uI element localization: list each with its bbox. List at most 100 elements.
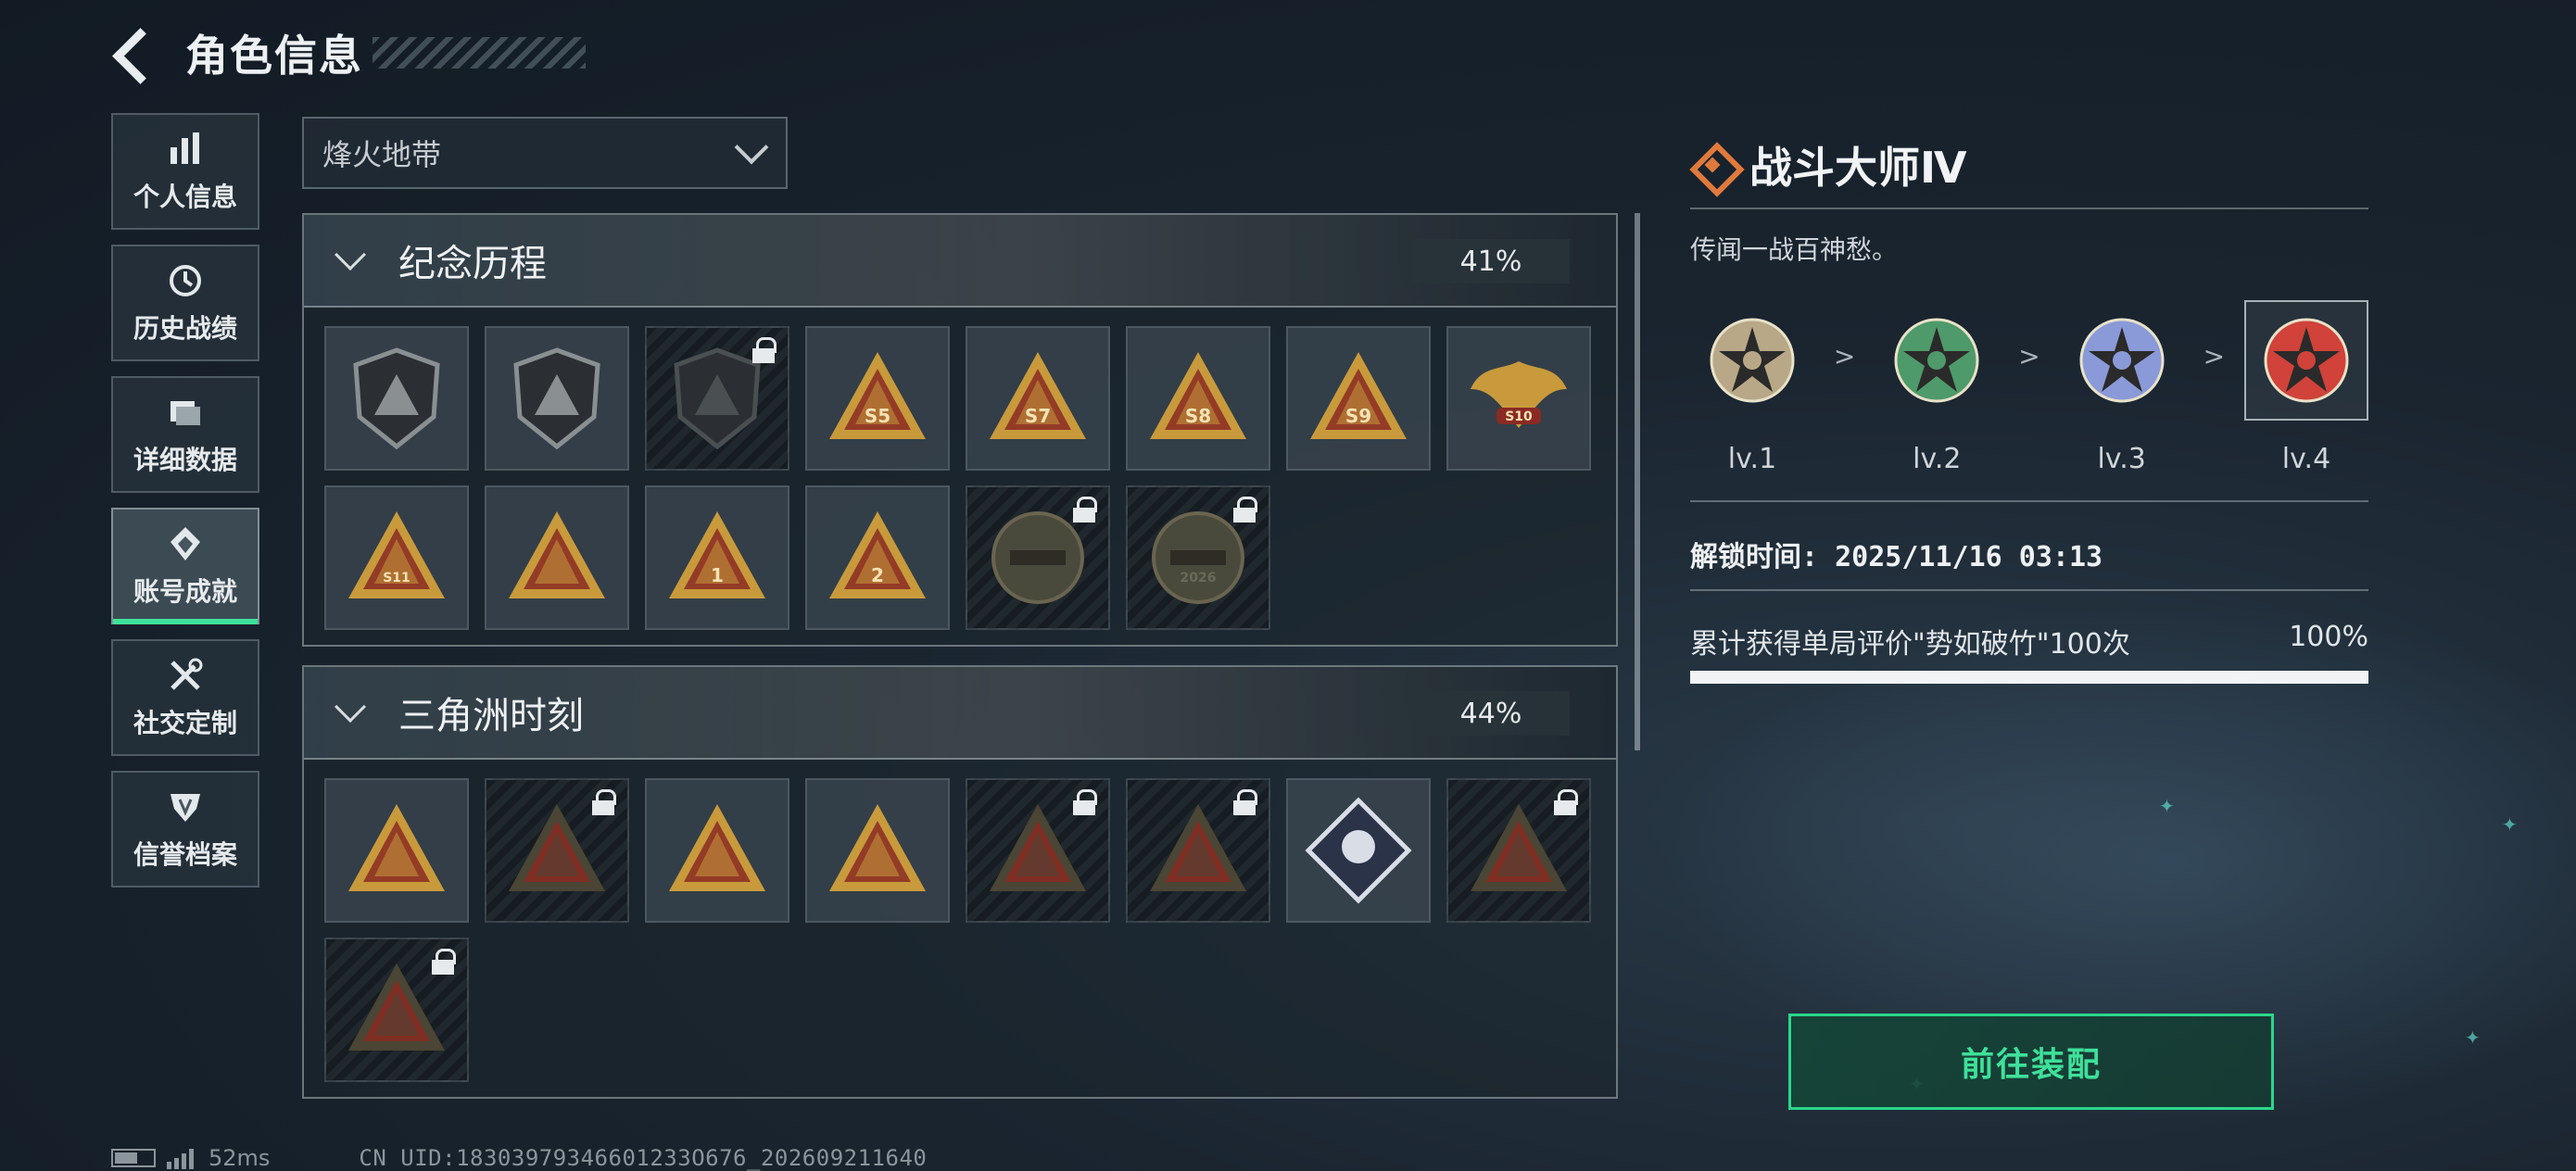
badge[interactable]: S11 bbox=[324, 485, 469, 630]
badge[interactable] bbox=[645, 778, 789, 923]
badge-emblem-icon: S8 bbox=[1150, 352, 1246, 439]
signal-icon bbox=[167, 1147, 194, 1169]
badge[interactable]: S5 bbox=[805, 326, 950, 471]
sidebar-item-details[interactable]: 详细数据 bbox=[111, 376, 259, 493]
sidebar-item-personal-info[interactable]: 个人信息 bbox=[111, 113, 259, 230]
achievement-detail: 战斗大师Ⅳ 传闻一战百神愁。 lv.1 > lv.2 > lv.3 > lv.4 bbox=[1690, 137, 2368, 684]
badge[interactable]: S7 bbox=[966, 326, 1110, 471]
history-icon bbox=[165, 260, 206, 301]
locked-badge[interactable] bbox=[1446, 778, 1591, 923]
lock-icon bbox=[1073, 789, 1097, 815]
lock-icon bbox=[1233, 497, 1257, 523]
badge[interactable]: S10 bbox=[1446, 326, 1591, 471]
sidebar-item-social[interactable]: 社交定制 bbox=[111, 639, 259, 756]
badge-grid bbox=[304, 760, 1616, 1097]
badge-label: 2026 bbox=[1181, 571, 1217, 586]
section-title: 三角洲时刻 bbox=[398, 695, 584, 737]
badge[interactable] bbox=[324, 778, 469, 923]
locked-badge[interactable]: 2026 bbox=[1126, 485, 1270, 630]
badge-emblem-icon bbox=[1305, 797, 1412, 904]
badge-emblem-icon: 2 bbox=[829, 511, 926, 598]
sidebar-item-label: 社交定制 bbox=[133, 708, 237, 738]
medal-emblem-icon bbox=[2079, 318, 2165, 403]
page-title: 角色信息 bbox=[185, 31, 363, 81]
badge-emblem-icon: S9 bbox=[1310, 352, 1407, 439]
badge-label: 1 bbox=[711, 564, 724, 586]
sidebar-item-achievements[interactable]: 账号成就 bbox=[111, 508, 259, 624]
unlock-time-text: 解锁时间: 2025/11/16 03:13 bbox=[1690, 541, 2103, 573]
badge-label: S10 bbox=[1505, 409, 1533, 424]
sidebar-item-label: 详细数据 bbox=[133, 445, 237, 475]
badge-label: 2 bbox=[871, 564, 884, 586]
credit-icon bbox=[165, 787, 206, 827]
section-percent: 44% bbox=[1412, 691, 1570, 736]
chevron-down-icon bbox=[335, 691, 366, 723]
lock-icon bbox=[1233, 789, 1257, 815]
section-header[interactable]: 三角洲时刻 44% bbox=[304, 667, 1616, 760]
locked-badge[interactable] bbox=[966, 485, 1110, 630]
badge-label: S7 bbox=[1025, 405, 1051, 427]
badge-emblem-icon bbox=[513, 347, 600, 450]
level-label: lv.3 bbox=[2097, 443, 2146, 475]
badge[interactable]: 2 bbox=[805, 485, 950, 630]
detail-description: 传闻一战百神愁。 bbox=[1690, 234, 1899, 265]
achievement-section: 纪念历程 41% S5 S7 S8 S9 S10 S11 1 2 2026 bbox=[302, 213, 1618, 647]
title-decoration bbox=[373, 37, 586, 69]
diamond-icon bbox=[1690, 143, 1735, 187]
progress-text: 累计获得单局评价"势如破竹"100次 bbox=[1690, 628, 2130, 661]
ping-text: 52ms bbox=[208, 1145, 271, 1171]
list-scrollbar[interactable] bbox=[1635, 213, 1640, 750]
sidebar-item-credit[interactable]: 信誉档案 bbox=[111, 771, 259, 888]
back-arrow-icon[interactable] bbox=[109, 25, 161, 81]
sidebar-item-history[interactable]: 历史战绩 bbox=[111, 245, 259, 361]
status-footer: 52ms CN UID:18303979346601233O676_202609… bbox=[111, 1145, 927, 1171]
badge[interactable] bbox=[805, 778, 950, 923]
badge[interactable]: 1 bbox=[645, 485, 789, 630]
section-header[interactable]: 纪念历程 41% bbox=[304, 215, 1616, 308]
sparkle-icon: ✦ bbox=[2159, 795, 2175, 817]
badge-emblem-icon: S11 bbox=[348, 511, 445, 598]
sparkle-icon: ✦ bbox=[2465, 1026, 2481, 1049]
locked-badge[interactable] bbox=[324, 938, 469, 1082]
badge[interactable] bbox=[485, 485, 629, 630]
level-label: lv.1 bbox=[1727, 443, 1777, 475]
equip-button[interactable]: 前往装配 bbox=[1788, 1014, 2274, 1110]
badge-label: S11 bbox=[383, 571, 410, 586]
equip-button-label: 前往装配 bbox=[1960, 1046, 2102, 1084]
bar-chart-icon bbox=[165, 129, 206, 170]
medal-icon bbox=[2060, 300, 2184, 421]
sparkle-icon: ✦ bbox=[2502, 813, 2518, 836]
locked-badge[interactable] bbox=[485, 778, 629, 923]
badge[interactable]: S9 bbox=[1286, 326, 1431, 471]
badge[interactable] bbox=[324, 326, 469, 471]
level-item[interactable]: lv.1 bbox=[1690, 300, 1814, 475]
badge[interactable] bbox=[1286, 778, 1431, 923]
medal-icon bbox=[1875, 300, 1999, 421]
divider bbox=[1690, 500, 2368, 502]
badge[interactable] bbox=[485, 326, 629, 471]
sidebar: 个人信息 历史战绩 详细数据 账号成就 社交定制 信誉档案 bbox=[111, 113, 259, 902]
sidebar-item-label: 历史战绩 bbox=[133, 313, 237, 344]
locked-badge[interactable] bbox=[1126, 778, 1270, 923]
progress-fill bbox=[1690, 671, 2368, 684]
badge-emblem-icon bbox=[509, 511, 605, 598]
locked-badge[interactable] bbox=[966, 778, 1110, 923]
badge[interactable]: S8 bbox=[1126, 326, 1270, 471]
progress-row: 累计获得单局评价"势如破竹"100次 100% bbox=[1690, 621, 2368, 661]
level-label: lv.2 bbox=[1913, 443, 1962, 475]
chevron-down-icon bbox=[335, 239, 366, 271]
badge-grid: S5 S7 S8 S9 S10 S11 1 2 2026 bbox=[304, 308, 1616, 645]
achievement-section: 三角洲时刻 44% bbox=[302, 665, 1618, 1099]
level-item[interactable]: lv.2 bbox=[1875, 300, 1999, 475]
badge-emblem-icon: S5 bbox=[829, 352, 926, 439]
level-item[interactable]: lv.4 bbox=[2243, 300, 2368, 475]
level-item[interactable]: lv.3 bbox=[2060, 300, 2184, 475]
medal-emblem-icon bbox=[1710, 318, 1795, 403]
level-separator: > bbox=[1833, 341, 1856, 371]
badge-emblem-icon: 1 bbox=[669, 511, 765, 598]
chevron-down-icon bbox=[734, 130, 769, 165]
mode-select[interactable]: 烽火地带 bbox=[302, 117, 788, 189]
divider bbox=[1690, 208, 2368, 209]
progress-percent: 100% bbox=[2289, 621, 2368, 653]
locked-badge[interactable] bbox=[645, 326, 789, 471]
